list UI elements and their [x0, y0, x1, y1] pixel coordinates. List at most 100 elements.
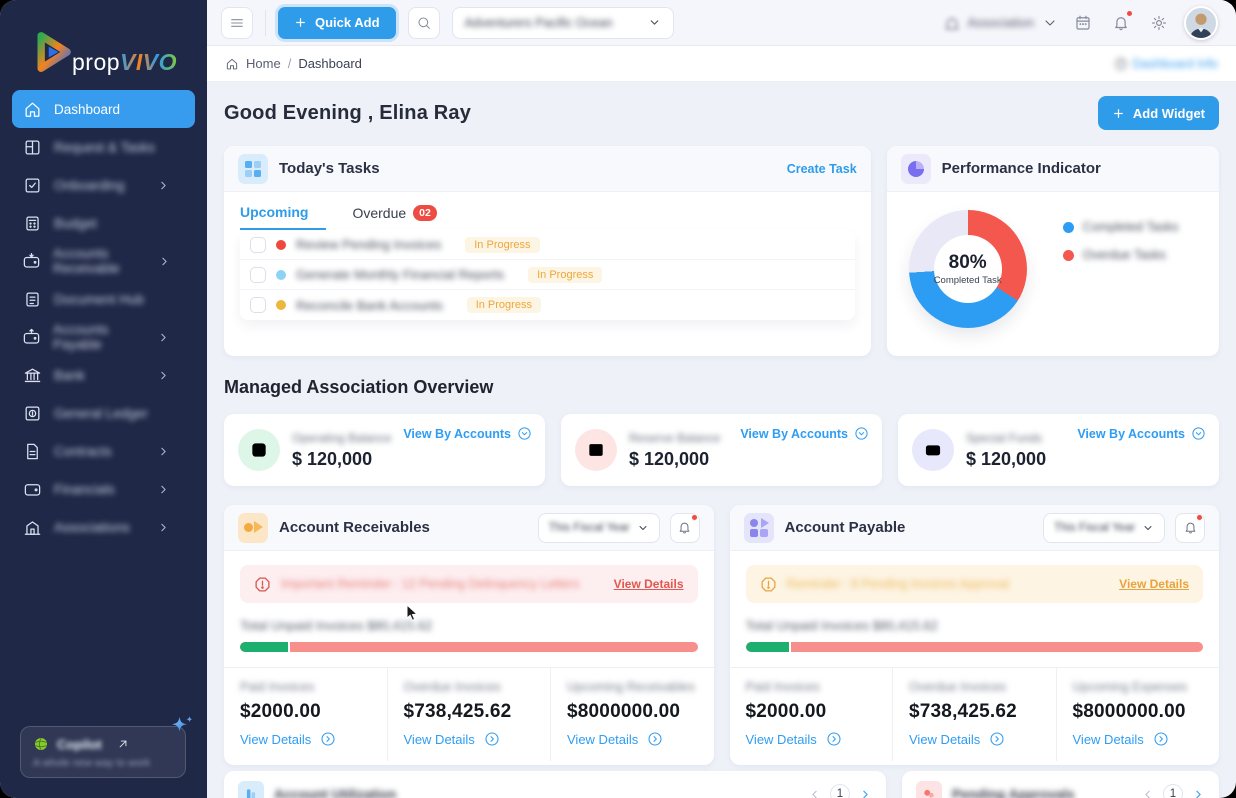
sidebar-item-request-tasks[interactable]: Request & Tasks: [12, 128, 195, 166]
create-task-link[interactable]: Create Task: [769, 162, 857, 176]
task-row: Reconcile Bank Accounts In Progress: [240, 290, 855, 320]
document-icon: [22, 289, 42, 309]
chevron-circle-down-icon: [517, 426, 532, 441]
legend-label: Completed Tasks: [1083, 220, 1179, 234]
sidebar-item-accounts-receivable[interactable]: Accounts Receivable: [12, 242, 195, 280]
donut-label: Completed Task: [934, 275, 1002, 286]
sidebar-item-label: General Ledger: [54, 406, 148, 421]
stat-value: $2000.00: [746, 701, 877, 723]
breadcrumb-separator: /: [288, 56, 292, 71]
stat-upcoming-expenses: Upcoming Expenses $8000000.00 View Detai…: [1057, 668, 1220, 761]
gear-icon: [1150, 14, 1168, 32]
sidebar-item-budget[interactable]: Budget: [12, 204, 195, 242]
search-button[interactable]: [408, 7, 440, 39]
copilot-promo[interactable]: Copilot A whole new way to work: [20, 726, 186, 778]
account-receivables-card: Account Receivables This Fiscal Year: [224, 505, 714, 765]
sidebar-item-label: Document Hub: [54, 292, 144, 307]
prev-page-button[interactable]: [1141, 788, 1154, 798]
task-status-badge: In Progress: [465, 237, 539, 253]
priority-dot: [276, 300, 286, 310]
add-widget-button[interactable]: Add Widget: [1098, 96, 1219, 130]
hamburger-menu-button[interactable]: [221, 7, 253, 39]
copilot-subtitle: A whole new way to work: [33, 757, 173, 769]
view-details-link[interactable]: View Details: [1073, 731, 1204, 747]
view-details-link[interactable]: View Details: [404, 731, 535, 747]
view-details-link[interactable]: View Details: [746, 731, 877, 747]
view-details-link[interactable]: View Details: [909, 731, 1040, 747]
home-icon: [22, 99, 42, 119]
breadcrumb-home[interactable]: Home: [246, 56, 281, 71]
calendar-icon: [1074, 14, 1092, 32]
sidebar-item-label: Bank: [54, 368, 85, 383]
settings-button[interactable]: [1146, 10, 1172, 36]
task-checkbox[interactable]: [250, 297, 266, 313]
view-by-accounts-link[interactable]: View By Accounts: [403, 426, 532, 441]
task-checkbox[interactable]: [250, 267, 266, 283]
task-checkbox[interactable]: [250, 237, 266, 253]
payable-alert: Reminder : 8 Pending Invoices Approval V…: [746, 565, 1204, 603]
bank-icon: [22, 365, 42, 385]
sidebar-item-dashboard[interactable]: Dashboard: [12, 90, 195, 128]
prev-page-button[interactable]: [808, 788, 821, 798]
stat-label: Overdue Invoices: [404, 680, 535, 694]
alert-view-details-link[interactable]: View Details: [614, 577, 684, 591]
task-name: Reconcile Bank Accounts: [296, 298, 443, 313]
quick-add-button[interactable]: Quick Add: [278, 7, 396, 39]
bottom-left-card: Account Utilization 1: [224, 771, 886, 798]
sidebar-nav: Dashboard Request & Tasks Onboarding Bud…: [0, 78, 207, 546]
receivables-notifications-button[interactable]: [670, 513, 700, 543]
tab-overdue[interactable]: Overdue 02: [352, 205, 436, 229]
stage: propVIVO Dashboard Request & Tasks Onboa…: [0, 0, 1236, 798]
ledger-icon: [22, 403, 42, 423]
calendar-button[interactable]: [1070, 10, 1096, 36]
task-row: Generate Monthly Financial Reports In Pr…: [240, 260, 855, 290]
account-menu[interactable]: Association: [944, 15, 1058, 31]
fiscal-year-select[interactable]: This Fiscal Year: [1043, 513, 1165, 543]
file-icon: [22, 441, 42, 461]
task-name: Generate Monthly Financial Reports: [296, 267, 504, 282]
copilot-title: Copilot: [57, 737, 102, 752]
breadcrumb-current: Dashboard: [298, 56, 362, 71]
sidebar-item-label: Request & Tasks: [54, 140, 155, 155]
sidebar-item-bank[interactable]: Bank: [12, 356, 195, 394]
sidebar-item-accounts-payable[interactable]: Accounts Payable: [12, 318, 195, 356]
balance-value: $ 120,000: [629, 449, 720, 470]
breadcrumb: Home / Dashboard Dashboard Info: [207, 46, 1236, 82]
task-list: Review Pending Invoices In Progress Gene…: [240, 230, 855, 320]
association-selector[interactable]: Adventurers Pacific Ocean: [452, 7, 674, 39]
fiscal-year-select[interactable]: This Fiscal Year: [538, 513, 660, 543]
chevron-right-icon: [153, 479, 173, 499]
copilot-icon: [33, 736, 49, 752]
unpaid-progress-bar: [240, 642, 698, 652]
topbar: Quick Add Adventurers Pacific Ocean Asso…: [207, 0, 1236, 46]
view-details-link[interactable]: View Details: [567, 731, 698, 747]
view-by-accounts-link[interactable]: View By Accounts: [1077, 426, 1206, 441]
sidebar-item-associations[interactable]: Associations: [12, 508, 195, 546]
divider: [265, 10, 266, 36]
chevron-circle-right-icon: [826, 731, 842, 747]
sidebar: propVIVO Dashboard Request & Tasks Onboa…: [0, 0, 207, 798]
sidebar-item-label: Contracts: [54, 444, 112, 459]
sidebar-item-document-hub[interactable]: Document Hub: [12, 280, 195, 318]
alert-view-details-link[interactable]: View Details: [1119, 577, 1189, 591]
notifications-button[interactable]: [1108, 10, 1134, 36]
task-status-badge: In Progress: [528, 267, 602, 283]
next-page-button[interactable]: [859, 788, 872, 798]
bottom-left-card-title: Account Utilization: [274, 787, 396, 798]
view-details-link[interactable]: View Details: [240, 731, 371, 747]
sidebar-item-financials[interactable]: Financials: [12, 470, 195, 508]
sidebar-item-general-ledger[interactable]: General Ledger: [12, 394, 195, 432]
avatar[interactable]: [1184, 6, 1218, 40]
dashboard-info-link[interactable]: Dashboard Info: [1114, 57, 1218, 71]
view-by-accounts-link[interactable]: View By Accounts: [740, 426, 869, 441]
section-title: Managed Association Overview: [224, 377, 1219, 398]
sidebar-item-contracts[interactable]: Contracts: [12, 432, 195, 470]
dashboard-content: Good Evening , Elina Ray Add Widget Toda…: [207, 82, 1236, 798]
tab-upcoming[interactable]: Upcoming: [240, 204, 326, 230]
sidebar-item-onboarding[interactable]: Onboarding: [12, 166, 195, 204]
payable-notifications-button[interactable]: [1175, 513, 1205, 543]
page-number: 1: [830, 784, 850, 798]
reserve-balance-icon: [575, 429, 617, 471]
next-page-button[interactable]: [1192, 788, 1205, 798]
sidebar-item-label: Accounts Payable: [53, 322, 154, 352]
